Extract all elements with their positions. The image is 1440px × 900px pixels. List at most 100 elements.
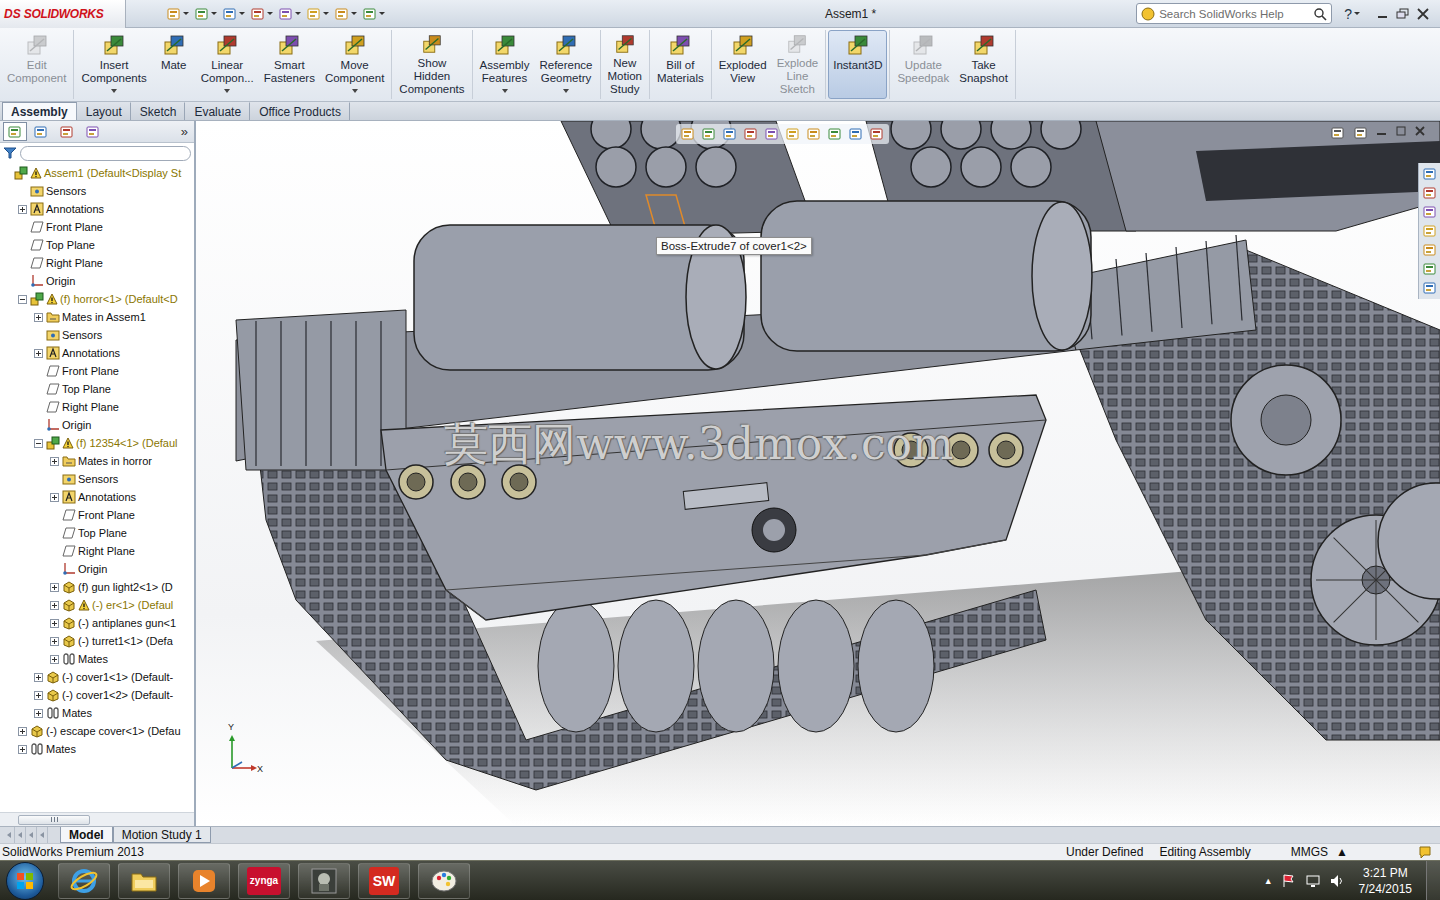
viewport-close-icon[interactable] [1414,125,1426,137]
tree-item[interactable]: (f) 12354<1> (Defaul [0,434,194,452]
command-button[interactable]: Mate [152,30,196,99]
tab-nav-button[interactable] [37,827,48,843]
magnifier-icon[interactable] [1313,7,1327,21]
open-icon[interactable] [194,6,210,22]
select-icon[interactable] [306,6,322,22]
expander-icon[interactable] [34,439,43,448]
expander-icon[interactable] [34,709,43,718]
tree-item[interactable]: Top Plane [0,524,194,542]
model-view[interactable] [196,121,1440,826]
feature-tree-icon[interactable] [7,124,23,140]
dropdown-arrow-icon[interactable] [111,89,117,93]
expander-icon[interactable] [50,493,59,502]
command-button[interactable]: New Motion Study [603,30,648,99]
dropdown-arrow-icon[interactable] [563,89,569,93]
display-style-icon[interactable] [785,126,801,142]
scene-icon[interactable] [848,126,864,142]
configuration-icon[interactable] [59,124,75,140]
taskbar-app[interactable]: zynga [238,863,290,899]
dropdown-arrow-icon[interactable] [502,89,508,93]
tree-item[interactable]: Top Plane [0,236,194,254]
expander-icon[interactable] [18,295,27,304]
quick-access-button[interactable] [306,6,329,22]
dropdown-arrow-icon[interactable] [352,89,358,93]
tab-nav-button[interactable] [26,827,37,843]
tree-item[interactable]: Front Plane [0,362,194,380]
command-button[interactable]: Update Speedpak [892,30,954,99]
expander-icon[interactable] [50,601,59,610]
units[interactable]: MMGS [1291,845,1328,859]
taskbar-app[interactable] [178,863,230,899]
tree-item[interactable]: Sensors [0,470,194,488]
command-button[interactable]: Smart Fasteners [259,30,320,99]
tree-item[interactable]: (-) turret1<1> (Defa [0,632,194,650]
taskbar-app[interactable] [118,863,170,899]
action-center-icon[interactable] [1281,873,1297,889]
tree-item[interactable]: Right Plane [0,398,194,416]
hide-show-icon[interactable] [806,126,822,142]
help-button[interactable]: ? [1344,6,1360,22]
tree-item[interactable]: (-) er<1> (Defaul [0,596,194,614]
expander-icon[interactable] [34,673,43,682]
network-icon[interactable] [1305,873,1321,889]
tab-nav-button[interactable] [4,827,15,843]
view-settings-icon[interactable] [869,126,885,142]
panel-tab[interactable] [3,122,27,141]
quick-tips-icon[interactable] [1418,845,1432,859]
tree-item[interactable]: Origin [0,560,194,578]
tree-item[interactable]: Front Plane [0,218,194,236]
expander-icon[interactable] [34,313,43,322]
command-tab[interactable]: Layout [77,102,131,120]
split-left-icon[interactable] [1330,125,1346,141]
command-button[interactable]: Reference Geometry [534,30,597,99]
tree-item[interactable]: Mates in horror [0,452,194,470]
viewport-minimize-icon[interactable] [1376,125,1388,137]
command-tab[interactable]: Evaluate [185,102,250,120]
undo-icon[interactable] [278,6,294,22]
taskbar-app[interactable] [58,863,110,899]
viewport-restore-icon[interactable] [1395,125,1407,137]
quick-access-button[interactable] [222,6,245,22]
quick-access-button[interactable] [278,6,301,22]
tree-item[interactable]: Right Plane [0,254,194,272]
restore-icon[interactable] [1396,8,1410,20]
expander-icon[interactable] [34,691,43,700]
taskbar-app[interactable] [418,863,470,899]
app-logo[interactable]: DSSOLIDWORKS [0,0,126,28]
file-explorer-icon[interactable] [1422,223,1438,239]
command-button[interactable]: Exploded View [714,30,772,99]
display-manager-icon[interactable] [85,124,101,140]
tray-expand-button[interactable]: ▲ [1264,876,1273,886]
tree-item[interactable]: Assem1 (Default<Display St [0,164,194,182]
start-button[interactable] [6,862,44,900]
scroll-thumb[interactable] [18,815,90,825]
tree-item[interactable]: Origin [0,272,194,290]
save-icon[interactable] [222,6,238,22]
tree-item[interactable]: (-) escape cover<1> (Defau [0,722,194,740]
split-right-icon[interactable] [1353,125,1369,141]
command-tab[interactable]: Assembly [2,102,77,120]
view-orientation-icon[interactable] [764,126,780,142]
command-button[interactable]: Instant3D [828,30,887,99]
expander-icon[interactable] [50,619,59,628]
design-library-icon[interactable] [1422,204,1438,220]
panel-tab[interactable] [81,122,105,141]
tree-item[interactable]: Annotations [0,488,194,506]
expander-icon[interactable] [50,583,59,592]
taskbar-app[interactable] [298,863,350,899]
tree-item[interactable]: Origin [0,416,194,434]
command-button[interactable]: Take Snapshot [954,30,1013,99]
volume-icon[interactable] [1329,873,1345,889]
model-tab[interactable]: Model [60,827,113,843]
tree-item[interactable]: Mates [0,650,194,668]
tree-item[interactable]: Mates [0,740,194,758]
command-button[interactable]: Explode Line Sketch [772,30,824,99]
clock[interactable]: 3:21 PM7/24/2015 [1353,865,1418,897]
close-icon[interactable] [1416,8,1430,20]
tree-item[interactable]: (-) antiplanes gun<1 [0,614,194,632]
tree-item[interactable]: Right Plane [0,542,194,560]
command-button[interactable]: Assembly Features [475,30,535,99]
appearances-icon[interactable] [1422,261,1438,277]
command-button[interactable]: Bill of Materials [652,30,709,99]
tree-item[interactable]: Sensors [0,326,194,344]
